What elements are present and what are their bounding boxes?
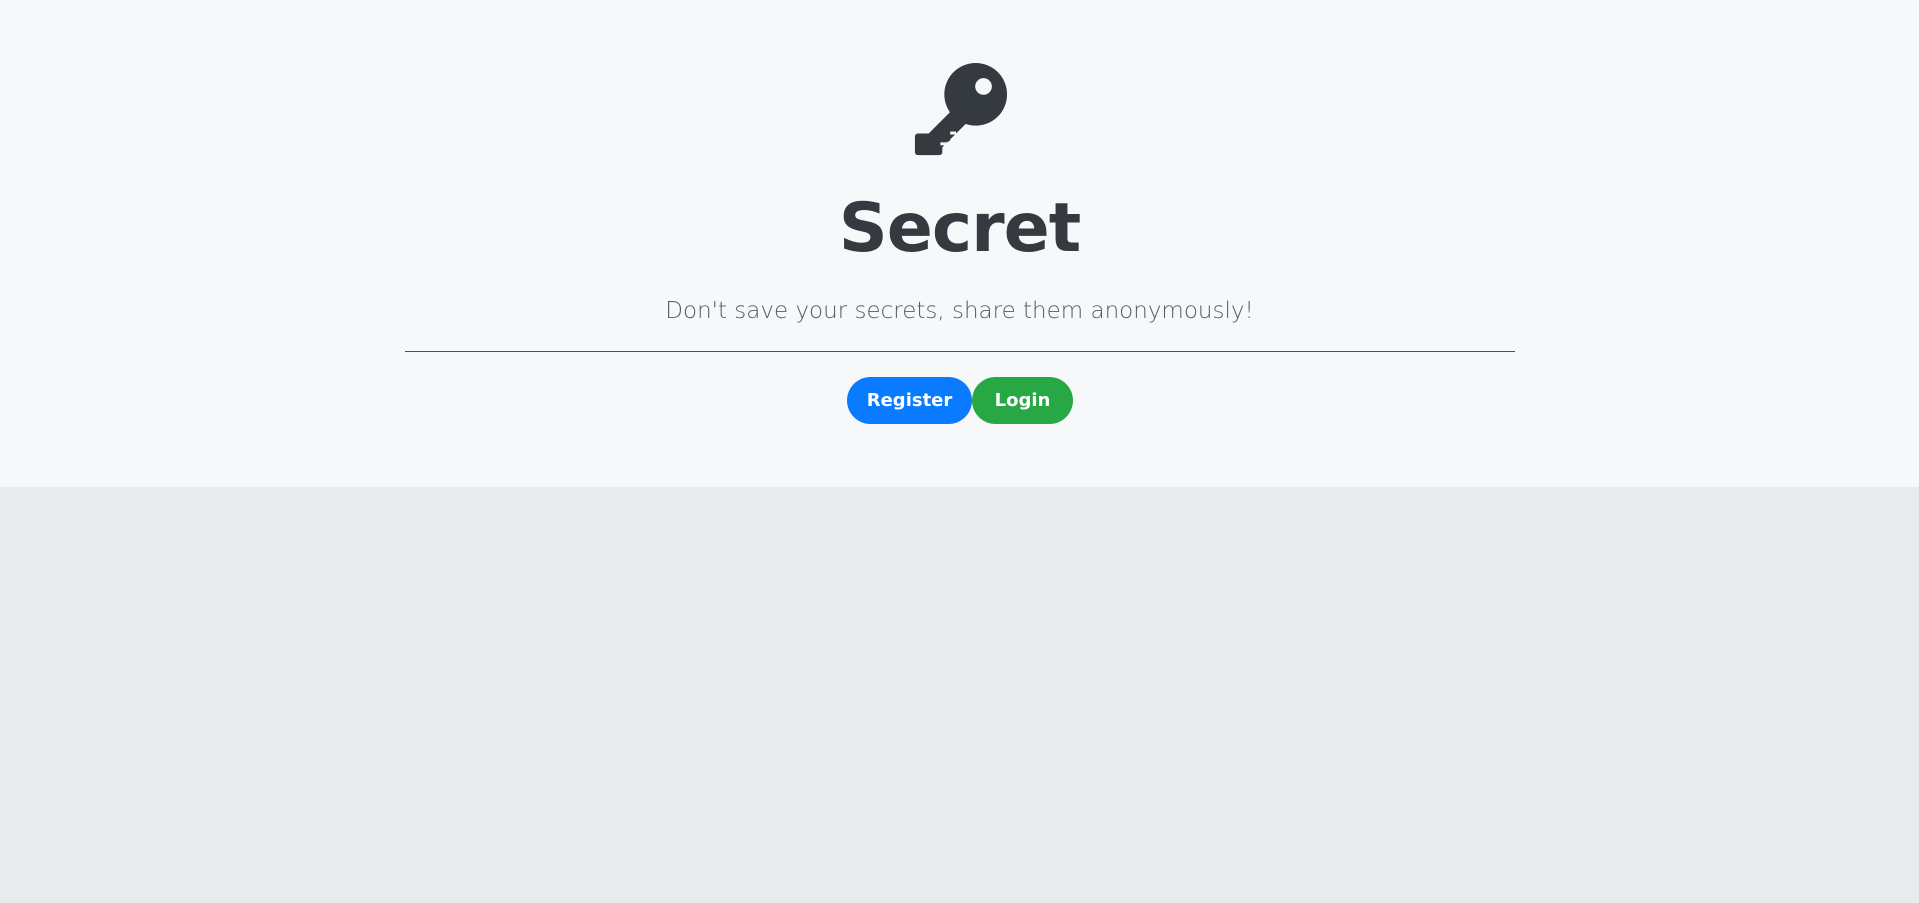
page-title: Secret — [838, 189, 1082, 268]
hero-section: Secret Don't save your secrets, share th… — [0, 0, 1919, 487]
login-button[interactable]: Login — [972, 377, 1073, 424]
tagline: Don't save your secrets, share them anon… — [665, 298, 1254, 324]
divider — [405, 351, 1515, 352]
register-button[interactable]: Register — [847, 377, 972, 424]
page-background — [0, 487, 1919, 903]
key-icon — [911, 61, 1009, 159]
